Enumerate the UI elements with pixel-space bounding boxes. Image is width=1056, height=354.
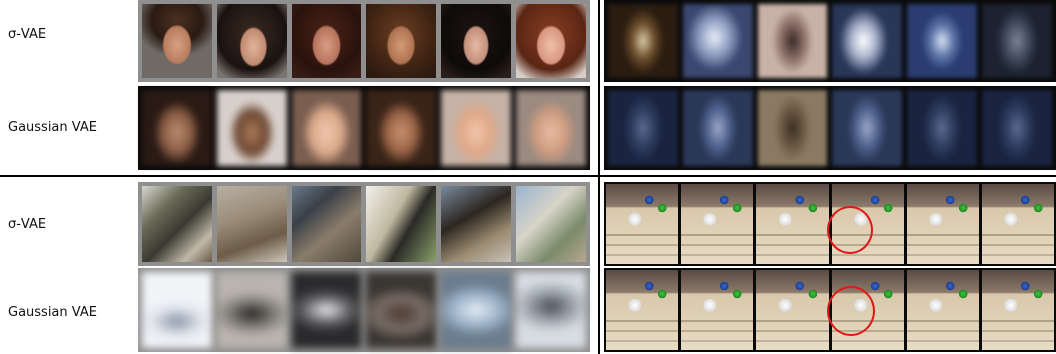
horizontal-divider bbox=[0, 175, 1056, 177]
sample-frame bbox=[906, 270, 979, 350]
svhn-gaussian-vae-strip bbox=[604, 86, 1056, 170]
sample-image bbox=[682, 4, 753, 78]
sample-image bbox=[832, 4, 903, 78]
sample-image bbox=[682, 90, 753, 166]
row-label-sigma-vae-top: σ-VAE bbox=[8, 27, 47, 42]
sample-image bbox=[982, 90, 1052, 166]
sample-frame bbox=[756, 184, 829, 264]
sample-frame bbox=[606, 270, 679, 350]
sample-image bbox=[907, 90, 978, 166]
sample-image bbox=[291, 4, 362, 78]
sample-image bbox=[216, 186, 287, 262]
sample-image bbox=[366, 4, 437, 78]
celeba-gaussian-vae-strip bbox=[138, 86, 590, 170]
row-label-gaussian-vae-bottom: Gaussian VAE bbox=[8, 305, 97, 320]
sample-image bbox=[441, 272, 512, 348]
sample-frame bbox=[681, 270, 754, 350]
highlight-circle-top bbox=[827, 206, 873, 254]
sample-image bbox=[291, 186, 362, 262]
sample-image bbox=[366, 272, 437, 348]
sample-image bbox=[608, 90, 678, 166]
sample-image bbox=[366, 90, 437, 166]
sample-image bbox=[757, 90, 828, 166]
sample-image bbox=[516, 272, 586, 348]
sample-image bbox=[366, 186, 437, 262]
sample-image bbox=[441, 186, 512, 262]
sample-image bbox=[291, 272, 362, 348]
sample-frame bbox=[906, 184, 979, 264]
svhn-sigma-vae-strip bbox=[604, 0, 1056, 82]
sample-image bbox=[757, 4, 828, 78]
sample-image bbox=[216, 4, 287, 78]
sample-image bbox=[142, 4, 212, 78]
sample-image bbox=[291, 90, 362, 166]
sample-image bbox=[516, 90, 586, 166]
sample-frame bbox=[981, 184, 1055, 264]
sample-frame bbox=[756, 270, 829, 350]
sample-image bbox=[142, 272, 212, 348]
sample-frame bbox=[981, 270, 1055, 350]
sample-image bbox=[216, 272, 287, 348]
row-label-sigma-vae-bottom: σ-VAE bbox=[8, 217, 47, 232]
sample-frame bbox=[606, 184, 679, 264]
sample-image bbox=[982, 4, 1052, 78]
celeba-sigma-vae-strip bbox=[138, 0, 590, 82]
cifar-sigma-vae-strip bbox=[138, 182, 590, 266]
sample-frame bbox=[681, 184, 754, 264]
vertical-divider bbox=[598, 0, 600, 354]
sample-image bbox=[216, 90, 287, 166]
sample-image bbox=[907, 4, 978, 78]
sample-image bbox=[516, 186, 586, 262]
sample-image bbox=[441, 4, 512, 78]
highlight-circle-bottom bbox=[827, 286, 875, 336]
sample-image bbox=[608, 4, 678, 78]
cifar-gaussian-vae-strip bbox=[138, 268, 590, 352]
sample-image bbox=[142, 186, 212, 262]
sample-image bbox=[142, 90, 212, 166]
sample-image bbox=[441, 90, 512, 166]
sample-image bbox=[832, 90, 903, 166]
row-label-gaussian-vae-top: Gaussian VAE bbox=[8, 120, 97, 135]
sample-image bbox=[516, 4, 586, 78]
